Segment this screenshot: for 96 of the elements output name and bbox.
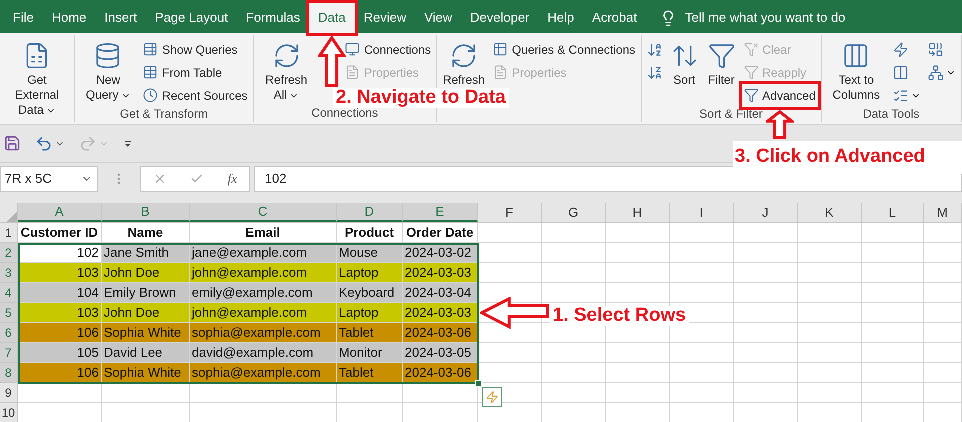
group-label: Get & Transform [120,106,208,123]
column-header[interactable]: J [734,203,798,222]
table-cell: john@example.com [190,263,337,283]
table-cell: sophia@example.com [190,323,337,343]
column-header[interactable]: E [403,203,478,222]
group-label: Data Tools [863,106,920,123]
table-cell: sophia@example.com [190,363,337,383]
column-header[interactable]: M [924,203,962,222]
table-cell: john@example.com [190,303,337,323]
row-header[interactable]: 9 [0,383,18,403]
ribbon-tab[interactable]: Help [538,3,584,33]
column-header[interactable]: F [478,203,542,222]
table-cell: 2024-03-05 [403,343,478,363]
ribbon-tab[interactable]: Page Layout [146,3,238,33]
ribbon-tab[interactable]: Data [309,3,355,33]
row-header[interactable]: 3 [0,263,18,283]
table-cell: Laptop [337,263,403,283]
ribbon-button[interactable]: Text to Columns [824,38,888,103]
ribbon-tab[interactable]: Home [42,3,96,33]
column-header[interactable]: H [606,203,670,222]
function-button[interactable]: fx [228,169,238,189]
annotation-label: 2. Navigate to Data [333,88,509,108]
row-header[interactable]: 5 [0,303,18,323]
table-cell: 2024-03-06 [403,363,478,383]
table-cell: Customer ID [18,223,102,243]
ribbon-tab[interactable]: Insert [96,3,146,33]
table-cell: Name [102,223,190,243]
row-header[interactable]: 7 [0,343,18,363]
ribbon-button[interactable]: Filter [704,38,739,88]
name-box[interactable]: 7R x 5C [0,166,98,192]
table-cell: John Doe [102,263,190,283]
table-cell: 2024-03-03 [403,303,478,323]
ribbon-button[interactable]: Get External Data [3,38,72,118]
row-header[interactable]: 4 [0,283,18,303]
column-header[interactable]: G [542,203,606,222]
column-header[interactable]: I [670,203,734,222]
ribbon-tab[interactable]: Developer [461,3,539,33]
ribbon-button[interactable]: Refresh All [256,38,316,103]
table-cell: emily@example.com [190,283,337,303]
table-cell: 2024-03-06 [403,323,478,343]
row-header[interactable]: 2 [0,243,18,263]
ribbon-tab[interactable]: File [4,3,43,33]
column-header[interactable]: K [798,203,862,222]
table-cell: 103 [18,303,102,323]
table-cell: David Lee [102,343,190,363]
table-cell: Tablet [337,323,403,343]
column-header[interactable]: C [190,203,337,222]
ribbon-button[interactable]: Recent Sources [141,84,250,107]
table-cell: Mouse [337,243,403,263]
ribbon-button[interactable]: Refresh [440,38,488,88]
table-cell: Sophia White [102,363,190,383]
row-header[interactable]: 1 [0,223,18,243]
row-header[interactable]: 6 [0,323,18,343]
ribbon-button[interactable]: Sort [668,38,702,88]
ribbon-button[interactable]: Advanced [742,84,818,107]
column-header[interactable]: D [337,203,403,222]
table-cell: 2024-03-04 [403,283,478,303]
ribbon-button[interactable]: From Table [141,61,250,84]
ribbon-tab[interactable]: View [415,3,462,33]
column-header[interactable]: L [862,203,924,222]
ribbon-tab[interactable]: Acrobat [583,3,646,33]
group-label: Sort & Filter [700,106,763,123]
annotation-label: 3. Click on Advanced [733,141,962,174]
table-cell: Emily Brown [102,283,190,303]
table-cell: John Doe [102,303,190,323]
table-cell: 105 [18,343,102,363]
column-header[interactable]: B [102,203,190,222]
table-cell: 103 [18,263,102,283]
table-cell: Product [337,223,403,243]
table-cell: jane@example.com [190,243,337,263]
table-cell: Tablet [337,363,403,383]
ribbon-button[interactable]: New Query [78,38,138,103]
table-cell: 106 [18,323,102,343]
ribbon-button[interactable]: Queries & Connections [491,38,638,61]
table-cell: david@example.com [190,343,337,363]
table-cell: Order Date [403,223,478,243]
row-header[interactable]: 10 [0,403,18,422]
ribbon-button[interactable]: Connections [343,38,434,61]
table-cell: 106 [18,363,102,383]
group-label: Connections [312,106,378,122]
ribbon-tab[interactable]: Review [354,3,416,33]
table-cell: Jane Smith [102,243,190,263]
table-cell: Keyboard [337,283,403,303]
column-header[interactable]: A [18,203,102,222]
table-cell: 2024-03-03 [403,263,478,283]
table-cell: 104 [18,283,102,303]
table-cell: Monitor [337,343,403,363]
ribbon-tab[interactable]: Formulas [237,3,310,33]
table-cell: Email [190,223,337,243]
table-cell: Sophia White [102,323,190,343]
annotation-label: 1. Select Rows [550,306,690,326]
formula-field[interactable]: 102 [254,166,962,192]
tell-me-field[interactable]: Tell me what you want to do [685,8,846,28]
ribbon-button[interactable]: Show Queries [141,38,250,61]
table-cell: Laptop [337,303,403,323]
row-header[interactable]: 8 [0,363,18,383]
